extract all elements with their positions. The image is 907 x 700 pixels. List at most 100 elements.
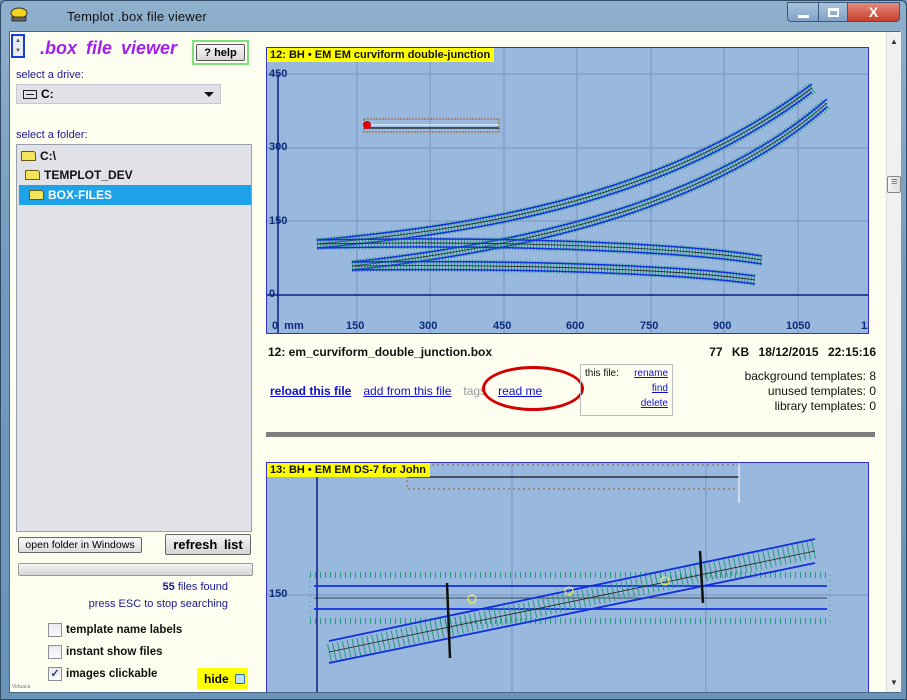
file-time: 22:15:16: [827, 345, 876, 359]
checkbox-box[interactable]: [48, 623, 62, 637]
x-tick-label: 300: [419, 320, 438, 332]
folder-item-root[interactable]: C:\: [19, 146, 251, 166]
chevron-down-icon[interactable]: [204, 92, 214, 97]
x-tick-label: 600: [566, 320, 585, 332]
this-file-caption: this file:: [585, 368, 619, 379]
y-tick-label: 150: [269, 588, 288, 600]
hide-toggle-icon: [234, 673, 245, 684]
x-tick-label: 450: [493, 320, 512, 332]
file-meta: 77 KB 18/12/2015 22:15:16: [709, 345, 876, 359]
peg-marker: [363, 121, 371, 129]
checkbox-box[interactable]: [48, 645, 62, 659]
minimize-icon: [797, 14, 809, 18]
x-tick-label: 12: [861, 320, 868, 332]
plot-title: 13: BH • EM EM DS-7 for John: [267, 463, 431, 477]
help-button[interactable]: ? help: [196, 44, 245, 61]
viewer-client-area: ▲ ▼ .box file viewer ? help select a dri…: [9, 31, 901, 693]
reload-file-link[interactable]: reload this file: [270, 384, 351, 398]
folder-item-label: C:\: [40, 149, 56, 163]
spin-up-icon[interactable]: ▲: [13, 36, 23, 46]
drive-label: select a drive:: [16, 69, 84, 81]
open-folder-button[interactable]: open folder in Windows: [18, 537, 142, 553]
y-tick-label: 0: [269, 288, 276, 300]
x-tick-label: 150: [346, 320, 365, 332]
help-button-frame: ? help: [192, 40, 249, 65]
drive-select[interactable]: C:: [16, 84, 221, 104]
vertical-scrollbar[interactable]: ▲ ▼: [886, 32, 901, 692]
unused-templates-stat: unused templates: 0: [767, 384, 876, 398]
files-found-suffix: files found: [174, 581, 228, 593]
highlight-ring-annotation: [482, 366, 584, 411]
x-tick-label: 750: [640, 320, 659, 332]
drive-icon: [23, 89, 37, 99]
close-button[interactable]: X: [848, 2, 900, 22]
spin-down-icon[interactable]: ▼: [13, 46, 23, 56]
double-slip-template: [309, 538, 831, 664]
refresh-list-button[interactable]: refresh list: [165, 534, 251, 555]
scrollbar-thumb[interactable]: [887, 176, 901, 193]
file-date: 18/12/2015: [758, 345, 819, 359]
template-name-labels-checkbox[interactable]: template name labels: [48, 623, 182, 637]
delete-link[interactable]: delete: [641, 398, 668, 413]
hide-label: hide: [204, 671, 229, 686]
files-found-count: 55: [162, 581, 175, 593]
templot-app-icon: [10, 7, 28, 22]
template-preview-plot[interactable]: 12: BH • EM EM curviform double-junction…: [266, 47, 869, 334]
checkbox-label: instant show files: [66, 646, 163, 658]
file-size: 77 KB: [709, 345, 750, 359]
y-tick-label: 150: [269, 215, 288, 227]
folder-open-icon: [25, 170, 40, 180]
left-panel: ▲ ▼ .box file viewer ? help select a dri…: [10, 32, 260, 692]
images-clickable-checkbox[interactable]: ✓ images clickable: [48, 667, 157, 681]
folder-item-box-files[interactable]: BOX-FILES: [19, 185, 251, 205]
x-tick-label: 0 mm: [272, 320, 304, 332]
panel-heading: .box file viewer: [40, 38, 178, 58]
folder-open-icon: [21, 151, 36, 161]
scroll-up-icon[interactable]: ▲: [890, 37, 898, 46]
grid-lines: [267, 48, 868, 333]
maximize-icon: [827, 7, 839, 17]
checkmark-icon[interactable]: ✓: [48, 667, 62, 681]
file-name: 12: em_curviform_double_junction.box: [268, 345, 493, 359]
x-tick-label: 900: [713, 320, 732, 332]
this-file-box: this file: rename find delete: [580, 364, 673, 416]
folder-label: select a folder:: [16, 129, 88, 141]
instant-show-files-checkbox[interactable]: instant show files: [48, 645, 163, 659]
template-preview-plot[interactable]: 13: BH • EM EM DS-7 for John 150: [266, 462, 869, 692]
folder-item-label: TEMPLOT_DEV: [44, 168, 133, 182]
title-bar[interactable]: Templot .box file viewer X: [1, 1, 906, 31]
plain-track-template: [406, 463, 740, 503]
drive-value: C:: [41, 87, 54, 101]
add-from-file-link[interactable]: add from this file: [363, 384, 451, 398]
panel-spin-control[interactable]: ▲ ▼: [11, 34, 25, 58]
esc-hint: press ESC to stop searching: [88, 598, 228, 610]
window-title: Templot .box file viewer: [67, 9, 207, 24]
junction-track-templates: [316, 83, 831, 286]
scroll-down-icon[interactable]: ▼: [890, 678, 898, 687]
rename-link[interactable]: rename: [634, 368, 668, 383]
template-stats: background templates: 8 unused templates…: [745, 369, 876, 414]
track-drawing-1: [267, 48, 868, 333]
checkbox-label: template name labels: [66, 624, 183, 636]
hide-button[interactable]: hide: [197, 668, 248, 689]
app-window: Templot .box file viewer X ▲ ▼ .box file…: [0, 0, 907, 700]
y-tick-label: 450: [269, 68, 288, 80]
x-tick-label: 1050: [786, 320, 811, 332]
folder-item-label: BOX-FILES: [48, 188, 113, 202]
background-templates-stat: background templates: 8: [744, 369, 876, 383]
plain-track-template: [363, 118, 500, 133]
minimize-button[interactable]: [787, 2, 819, 22]
file-preview-list: 12: BH • EM EM curviform double-junction…: [260, 32, 886, 692]
file-divider: [266, 432, 875, 437]
folder-open-icon: [29, 190, 44, 200]
search-progress-bar: [18, 563, 253, 576]
y-tick-label: 300: [269, 141, 288, 153]
folder-list[interactable]: C:\ TEMPLOT_DEV BOX-FILES: [16, 144, 252, 532]
folder-item-templot-dev[interactable]: TEMPLOT_DEV: [19, 165, 251, 185]
track-drawing-2: [267, 463, 868, 692]
find-link[interactable]: find: [652, 383, 668, 398]
tiny-footer-text: Virtuaca: [12, 684, 31, 690]
close-icon: X: [868, 4, 879, 20]
plot-title: 12: BH • EM EM curviform double-junction: [267, 48, 495, 62]
maximize-button[interactable]: [819, 2, 848, 22]
